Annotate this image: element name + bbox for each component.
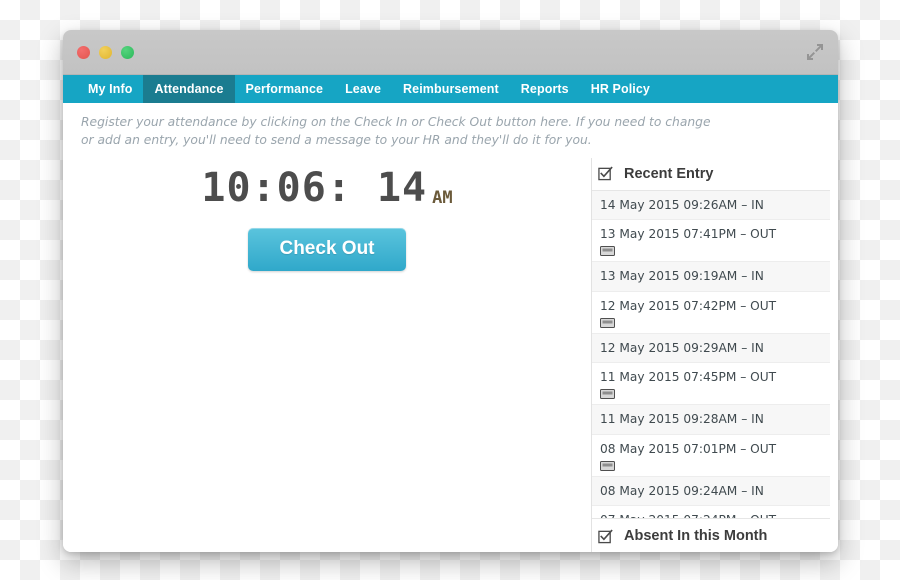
- entry-badge-icon: [600, 245, 615, 257]
- minimize-button[interactable]: [99, 45, 112, 59]
- tab-attendance[interactable]: Attendance: [143, 75, 235, 103]
- resize-expand-icon[interactable]: [806, 43, 824, 61]
- window-controls: [77, 45, 134, 59]
- entry-row[interactable]: 11 May 2015 09:28AM – IN: [592, 405, 830, 435]
- entry-row[interactable]: 07 May 2015 07:24PM – OUT: [592, 506, 830, 518]
- entry-badge-icon: [600, 388, 615, 400]
- entry-badge-icon: [600, 460, 615, 471]
- instructions-line-1: Register your attendance by clicking on …: [81, 115, 711, 129]
- maximize-button[interactable]: [121, 45, 134, 59]
- entry-text: 08 May 2015 09:24AM – IN: [600, 483, 764, 498]
- instructions-text: Register your attendance by clicking on …: [63, 103, 838, 158]
- window-body: Register your attendance by clicking on …: [63, 103, 838, 552]
- entry-row[interactable]: 08 May 2015 07:01PM – OUT: [592, 435, 830, 477]
- tab-performance[interactable]: Performance: [235, 75, 335, 103]
- clock-meridiem: AM: [432, 187, 453, 208]
- entry-text: 13 May 2015 09:19AM – IN: [600, 269, 764, 284]
- recent-entry-panel: Recent Entry 14 May 2015 09:26AM – IN 13…: [591, 157, 838, 552]
- entry-row[interactable]: 14 May 2015 09:26AM – IN: [592, 190, 830, 221]
- clock-time: 10:06: 14: [201, 164, 428, 211]
- instructions-line-2: or add an entry, you'll need to send a m…: [81, 133, 592, 148]
- entry-row[interactable]: 13 May 2015 09:19AM – IN: [592, 262, 830, 292]
- absent-section-title: Absent In this Month: [624, 528, 768, 544]
- entry-text: 11 May 2015 07:45PM – OUT: [600, 370, 777, 385]
- entry-text: 11 May 2015 09:28AM – IN: [600, 412, 764, 427]
- tab-leave[interactable]: Leave: [334, 75, 392, 103]
- entry-row[interactable]: 12 May 2015 09:29AM – IN: [592, 333, 830, 364]
- main-navigation: My Info Attendance Performance Leave Rei…: [63, 75, 838, 103]
- checkbox-checked-icon: [598, 529, 613, 544]
- tab-hr-policy[interactable]: HR Policy: [580, 75, 661, 103]
- close-button[interactable]: [77, 45, 90, 59]
- attendance-content: 10:06: 14 AM Check Out Recent Entry 14 M…: [63, 157, 838, 552]
- clock-pane: 10:06: 14 AM Check Out: [63, 158, 591, 552]
- entry-text: 12 May 2015 07:42PM – OUT: [600, 298, 777, 313]
- entry-text: 13 May 2015 07:41PM – OUT: [600, 227, 777, 242]
- tab-reimbursement[interactable]: Reimbursement: [392, 75, 510, 103]
- entry-row[interactable]: 08 May 2015 09:24AM – IN: [592, 476, 830, 507]
- check-out-button[interactable]: Check Out: [248, 227, 406, 271]
- entry-text: 12 May 2015 09:29AM – IN: [600, 340, 764, 355]
- entry-row[interactable]: 13 May 2015 07:41PM – OUT: [592, 220, 830, 263]
- entry-text: 08 May 2015 07:01PM – OUT: [600, 441, 777, 456]
- digital-clock: 10:06: 14 AM: [63, 168, 591, 208]
- checkout-action: Check Out: [63, 227, 591, 271]
- tab-reports[interactable]: Reports: [510, 75, 580, 103]
- entry-badge-icon: [600, 317, 615, 328]
- entry-text: 14 May 2015 09:26AM – IN: [600, 197, 764, 212]
- window-titlebar: [63, 30, 838, 75]
- entry-row[interactable]: 11 May 2015 07:45PM – OUT: [592, 363, 830, 406]
- entry-row[interactable]: 12 May 2015 07:42PM – OUT: [592, 292, 830, 334]
- app-window: My Info Attendance Performance Leave Rei…: [63, 30, 838, 552]
- recent-entry-list: 14 May 2015 09:26AM – IN 13 May 2015 07:…: [592, 190, 830, 518]
- absent-section-header[interactable]: Absent In this Month: [592, 518, 830, 552]
- recent-entry-title: Recent Entry: [624, 165, 714, 182]
- checkbox-checked-icon: [598, 166, 613, 181]
- tab-my-info[interactable]: My Info: [77, 75, 143, 103]
- recent-entry-header: Recent Entry: [592, 158, 830, 191]
